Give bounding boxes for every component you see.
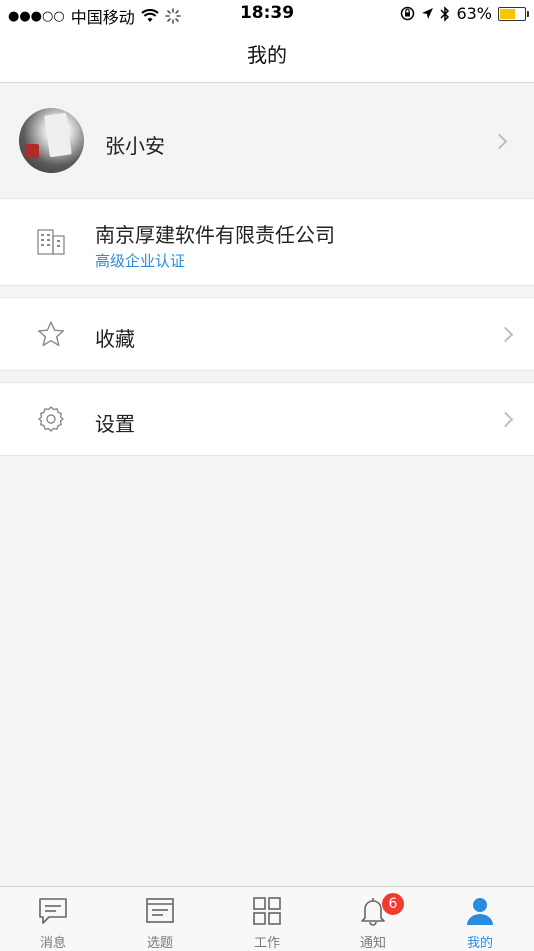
settings-label: 设置 <box>95 412 135 436</box>
tab-me[interactable]: 我的 <box>427 887 533 951</box>
profile-row[interactable]: 张小安 <box>0 100 534 183</box>
battery-percent: 63% <box>456 4 492 23</box>
location-arrow-icon <box>422 8 434 19</box>
chevron-right-icon <box>497 326 514 343</box>
profile-name: 张小安 <box>105 134 165 158</box>
bluetooth-icon <box>440 5 450 22</box>
orientation-lock-icon <box>401 6 415 21</box>
company-card[interactable]: 南京厚建软件有限责任公司 高级企业认证 <box>0 198 534 286</box>
battery-icon <box>498 6 529 21</box>
page-title: 我的 <box>247 43 287 67</box>
tab-messages[interactable]: 消息 <box>0 887 106 951</box>
enterprise-certification-badge: 高级企业认证 <box>95 252 186 270</box>
star-icon <box>37 321 65 347</box>
topic-icon <box>146 898 174 923</box>
notification-count-badge: 6 <box>381 892 405 916</box>
status-bar: ●●●○○ 中国移动 18:39 63% <box>0 0 534 28</box>
tab-label: 工作 <box>253 936 280 951</box>
person-icon <box>467 898 493 925</box>
tab-notifications[interactable]: 6 通知 <box>320 887 426 951</box>
nav-bar: 我的 <box>0 28 534 83</box>
tab-work[interactable]: 工作 <box>214 887 320 951</box>
chevron-right-icon <box>497 411 514 428</box>
gear-icon <box>38 406 64 432</box>
building-icon <box>37 229 65 255</box>
grid-icon <box>253 897 281 925</box>
tab-label: 我的 <box>466 936 493 951</box>
tab-label: 通知 <box>359 936 386 951</box>
menu-item-favorites[interactable]: 收藏 <box>0 297 534 371</box>
chevron-right-icon <box>491 133 508 150</box>
battery-fill <box>500 8 516 19</box>
menu-item-settings[interactable]: 设置 <box>0 382 534 456</box>
tab-label: 选题 <box>146 936 173 951</box>
tab-topics[interactable]: 选题 <box>107 887 213 951</box>
message-icon <box>39 898 67 924</box>
company-name: 南京厚建软件有限责任公司 <box>95 223 335 247</box>
tab-bar: 消息 选题 工作 6 通知 我的 <box>0 886 534 951</box>
favorites-label: 收藏 <box>95 327 135 351</box>
avatar[interactable] <box>19 108 84 173</box>
tab-label: 消息 <box>39 936 66 951</box>
